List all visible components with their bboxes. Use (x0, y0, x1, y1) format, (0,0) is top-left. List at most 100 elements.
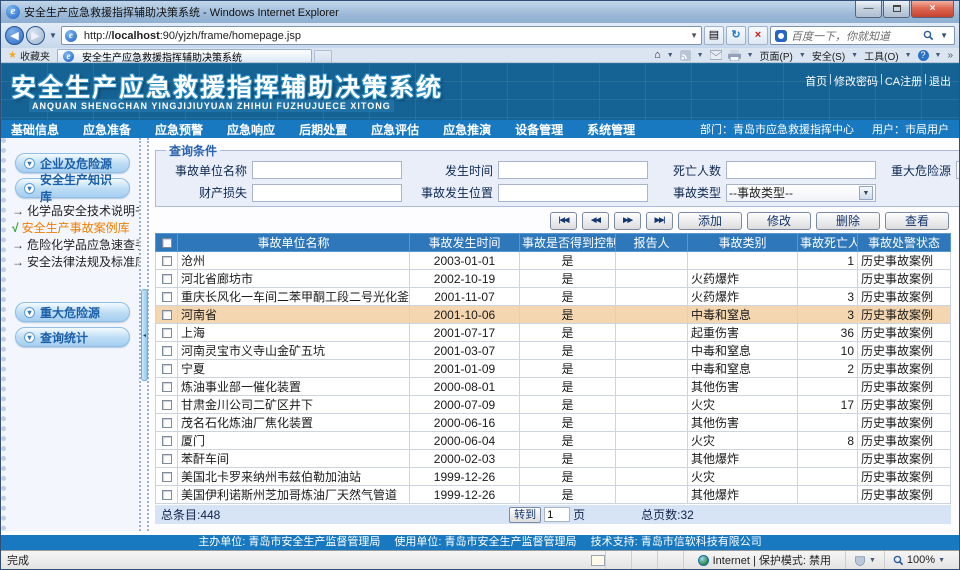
row-checkbox[interactable] (162, 310, 172, 320)
row-checkbox[interactable] (162, 418, 172, 428)
row-checkbox[interactable] (162, 256, 172, 266)
safety-menu[interactable]: 安全(S) (812, 48, 845, 63)
sidebar-item-chemical-msds[interactable]: →化学品安全技术说明书 (12, 203, 139, 220)
table-row[interactable]: 河南灵宝市义寺山金矿五坑2001-03-07是中毒和窒息10历史事故案例 (156, 342, 951, 360)
rss-icon[interactable] (680, 50, 691, 61)
row-checkbox[interactable] (162, 400, 172, 410)
sidebar-section-query-stats[interactable]: ▾查询统计 (15, 327, 130, 347)
delete-button[interactable]: 删除 (816, 212, 880, 230)
page-number-input[interactable] (544, 507, 570, 522)
stop-button[interactable]: × (748, 26, 768, 45)
link-home[interactable]: 首页 (805, 73, 827, 89)
search-input[interactable]: 百度一下，你就知道 (791, 28, 919, 44)
row-checkbox[interactable] (162, 490, 172, 500)
minimize-button[interactable]: — (855, 1, 882, 18)
table-row[interactable]: 厦门2000-06-04是火灾8历史事故案例 (156, 432, 951, 450)
menu-post-disposal[interactable]: 后期处置 (299, 121, 347, 138)
major-hazard-select[interactable]: -是否为重大危险源-▼ (956, 161, 959, 179)
row-checkbox[interactable] (162, 328, 172, 338)
table-row[interactable]: 美国北卡罗来纳州韦兹伯勒加油站1999-12-26是火灾历史事故案例 (156, 468, 951, 486)
close-button[interactable]: × (911, 1, 954, 18)
row-checkbox[interactable] (162, 346, 172, 356)
table-row[interactable]: 茂名石化炼油厂焦化装置2000-06-16是其他伤害历史事故案例 (156, 414, 951, 432)
maximize-button[interactable] (883, 1, 910, 18)
search-box[interactable]: 百度一下，你就知道 ▼ (770, 26, 955, 45)
table-row[interactable]: 河南省2001-10-06是中毒和窒息3历史事故案例 (156, 306, 951, 324)
tab-active[interactable]: e 安全生产应急救援指挥辅助决策系统 (57, 49, 312, 62)
row-checkbox[interactable] (162, 472, 172, 482)
history-dropdown[interactable]: ▼ (47, 31, 59, 40)
refresh-button[interactable]: ↻ (726, 26, 746, 45)
row-checkbox[interactable] (162, 274, 172, 284)
select-all-checkbox[interactable] (162, 238, 172, 248)
property-loss-input[interactable] (252, 184, 402, 202)
sidebar-splitter[interactable]: ◂ (139, 138, 149, 531)
table-row[interactable]: 河北省廊坊市2002-10-19是火药爆炸历史事故案例 (156, 270, 951, 288)
sidebar-section-major-hazard[interactable]: ▾重大危险源 (15, 302, 130, 322)
help-dropdown[interactable]: ▼ (935, 52, 942, 59)
print-icon[interactable] (728, 50, 741, 61)
sidebar-section-enterprise-hazard[interactable]: ▾企业及危险源 (15, 153, 130, 173)
chevron-more-icon[interactable]: » (947, 50, 953, 61)
address-bar[interactable]: e http://localhost:90/yjzh/frame/homepag… (61, 26, 702, 45)
address-dropdown[interactable]: ▼ (690, 31, 698, 40)
safety-menu-dropdown[interactable]: ▼ (851, 52, 858, 59)
goto-button[interactable]: 转到 (509, 507, 541, 523)
menu-basic-info[interactable]: 基础信息 (11, 121, 59, 138)
sidebar-item-safety-laws[interactable]: →安全法律法规及标准库 (12, 254, 139, 271)
link-logout[interactable]: 退出 (929, 73, 951, 89)
link-ca-register[interactable]: CA注册 (885, 73, 922, 89)
protected-mode-group[interactable]: ▼ (845, 551, 884, 569)
search-icon[interactable] (923, 30, 934, 41)
page-menu-dropdown[interactable]: ▼ (799, 52, 806, 59)
new-tab-button[interactable] (314, 50, 332, 62)
unit-name-input[interactable] (252, 161, 402, 179)
view-button[interactable]: 查看 (885, 212, 949, 230)
home-dropdown[interactable]: ▼ (667, 52, 674, 59)
accident-type-select[interactable]: --事故类型--▼ (726, 184, 876, 202)
prev-page-button[interactable]: ◀◀ (582, 212, 609, 230)
menu-emergency-warning[interactable]: 应急预警 (155, 121, 203, 138)
tools-menu[interactable]: 工具(O) (864, 48, 898, 63)
table-row[interactable]: 宁夏2001-01-09是中毒和窒息2历史事故案例 (156, 360, 951, 378)
menu-emergency-evaluate[interactable]: 应急评估 (371, 121, 419, 138)
table-row[interactable]: 美国伊利诺斯州芝加哥炼油厂天然气管道1999-12-26是其他爆炸历史事故案例 (156, 486, 951, 504)
menu-device-manage[interactable]: 设备管理 (515, 121, 563, 138)
mail-icon[interactable] (710, 50, 722, 60)
sidebar-item-accident-cases[interactable]: √安全生产事故案例库 (12, 220, 139, 237)
row-checkbox[interactable] (162, 382, 172, 392)
menu-emergency-drill[interactable]: 应急推演 (443, 121, 491, 138)
rss-dropdown[interactable]: ▼ (697, 52, 704, 59)
occur-time-input[interactable] (498, 161, 648, 179)
table-row[interactable]: 甘肃金川公司二矿区井下2000-07-09是火灾17历史事故案例 (156, 396, 951, 414)
add-button[interactable]: 添加 (678, 212, 742, 230)
menu-emergency-response[interactable]: 应急响应 (227, 121, 275, 138)
table-row[interactable]: 苯酐车间2000-02-03是其他爆炸历史事故案例 (156, 450, 951, 468)
link-change-password[interactable]: 修改密码 (834, 73, 878, 89)
home-icon[interactable]: ⌂ (654, 49, 661, 61)
first-page-button[interactable]: |◀◀ (550, 212, 577, 230)
row-checkbox[interactable] (162, 454, 172, 464)
zoom-control[interactable]: 100% ▼ (884, 551, 953, 569)
last-page-button[interactable]: ▶▶| (646, 212, 673, 230)
back-button[interactable]: ◀ (5, 26, 24, 45)
row-checkbox[interactable] (162, 292, 172, 302)
next-page-button[interactable]: ▶▶ (614, 212, 641, 230)
row-checkbox[interactable] (162, 436, 172, 446)
menu-emergency-prepare[interactable]: 应急准备 (83, 121, 131, 138)
splitter-handle[interactable]: ◂ (141, 289, 148, 381)
table-row[interactable]: 沧州2003-01-01是1历史事故案例 (156, 252, 951, 270)
search-dropdown[interactable]: ▼ (938, 31, 950, 40)
deaths-input[interactable] (726, 161, 876, 179)
forward-button[interactable]: ▶ (26, 26, 45, 45)
favorites-button[interactable]: ★ 收藏夹 (1, 48, 57, 62)
sidebar-section-knowledge-base[interactable]: ▾安全生产知识库 (15, 178, 130, 198)
table-row[interactable]: 炼油事业部一催化装置2000-08-01是其他伤害历史事故案例 (156, 378, 951, 396)
location-input[interactable] (498, 184, 648, 202)
modify-button[interactable]: 修改 (747, 212, 811, 230)
sidebar-item-hazchem-quickref[interactable]: →危险化学品应急速查手… (12, 237, 139, 254)
tools-menu-dropdown[interactable]: ▼ (905, 52, 912, 59)
row-checkbox[interactable] (162, 364, 172, 374)
print-dropdown[interactable]: ▼ (747, 52, 754, 59)
select-all-header[interactable] (156, 234, 178, 252)
